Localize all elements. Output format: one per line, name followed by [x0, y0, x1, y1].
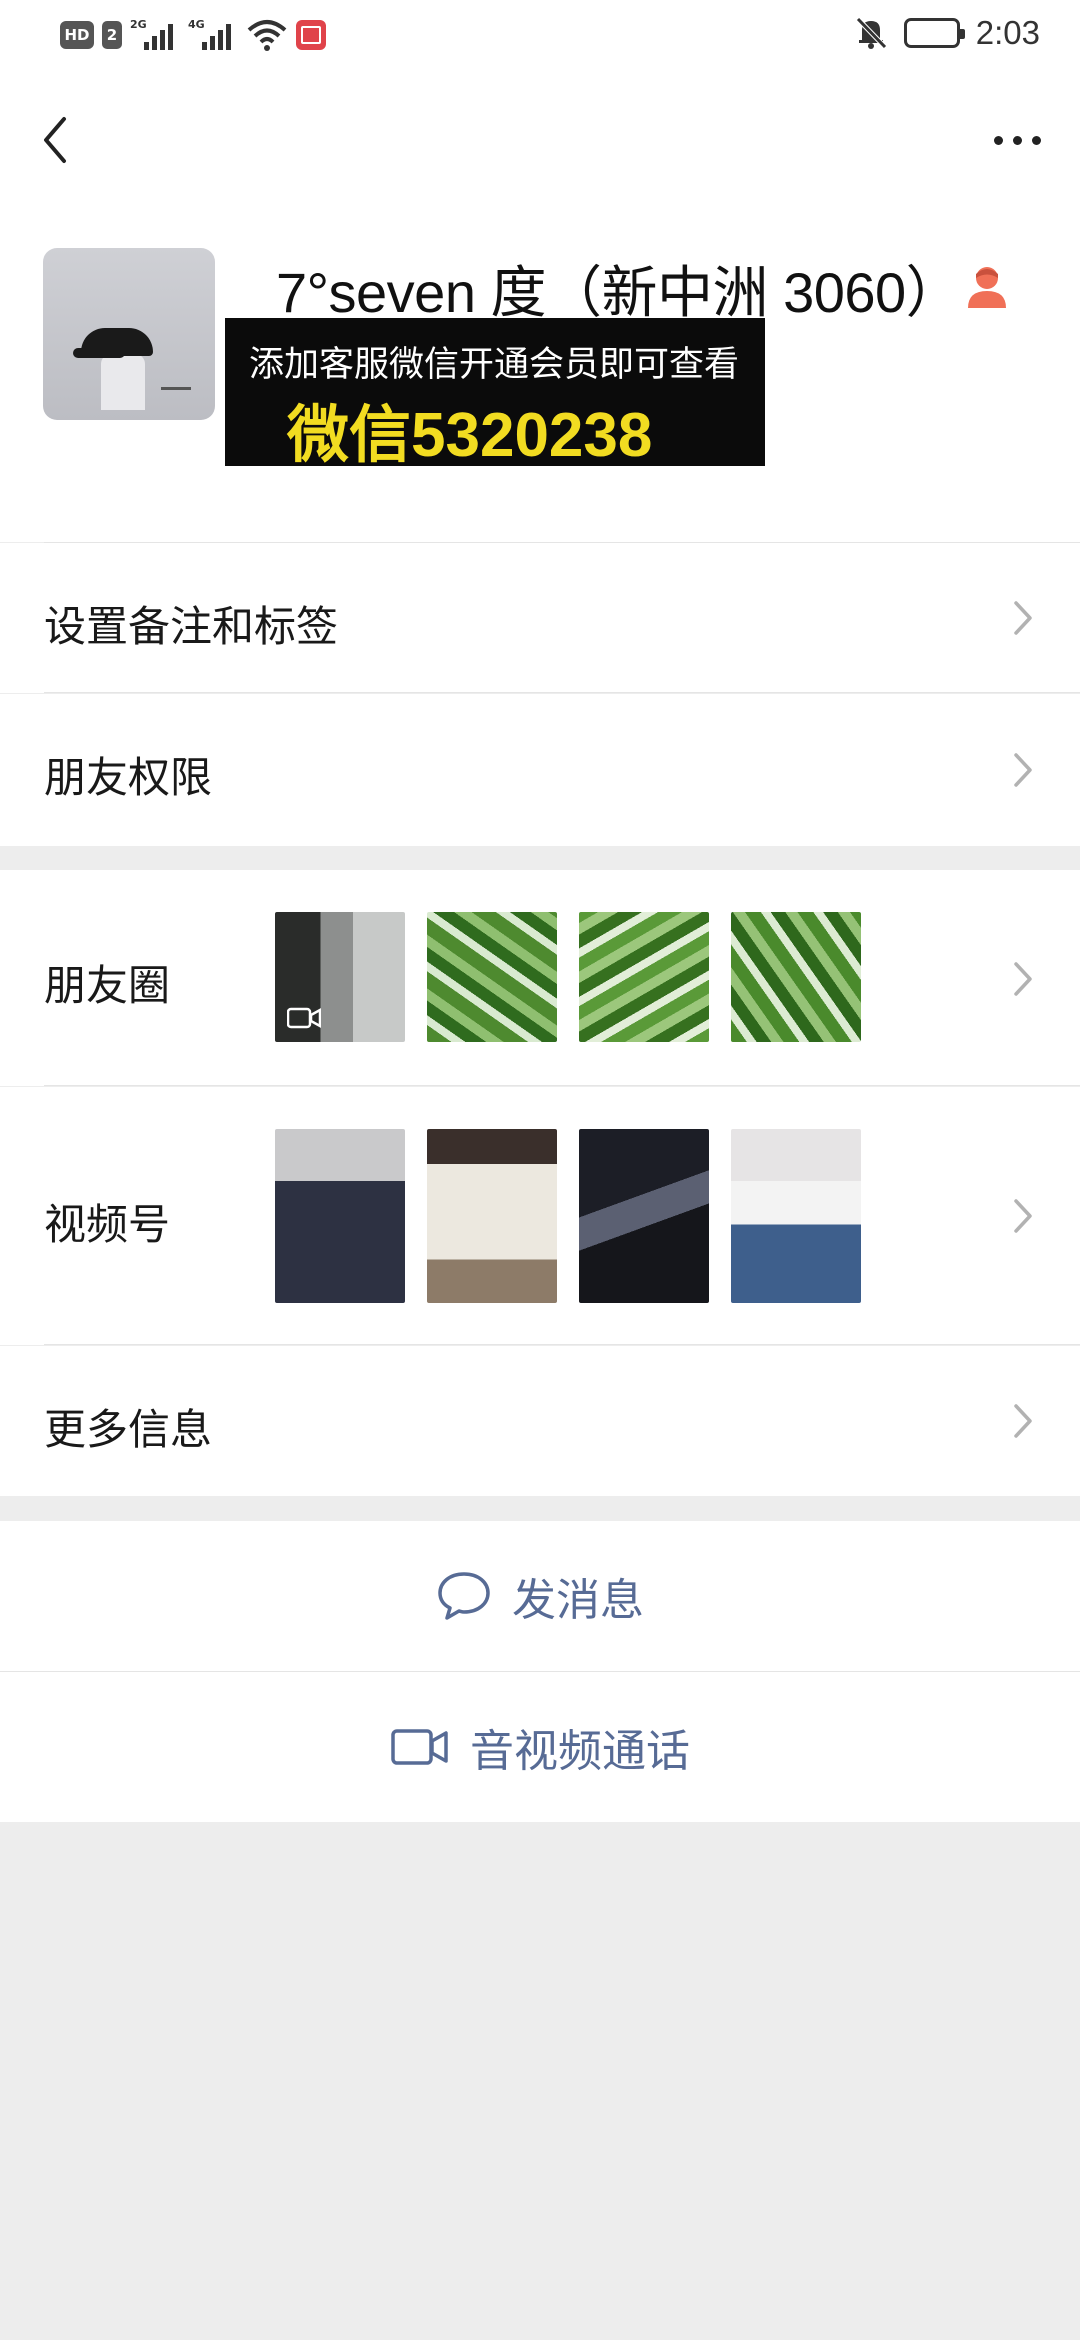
divider: [44, 692, 1080, 693]
moment-thumb[interactable]: [731, 912, 861, 1042]
sim-badge: 2: [102, 21, 122, 49]
signal-4g-icon: 4G: [188, 18, 238, 52]
moment-thumb[interactable]: [427, 912, 557, 1042]
status-left: HD 2 2G 4G: [60, 18, 326, 52]
chevron-right-icon: [1014, 601, 1032, 635]
display-name: 7°seven 度（新中洲 3060）: [276, 261, 962, 324]
video-camera-icon: [391, 1729, 448, 1765]
promo-banner: 添加客服微信开通会员即可查看 微信5320238: [225, 318, 765, 470]
signal-2g-label: 2G: [130, 18, 147, 31]
status-right: 2:03: [854, 14, 1040, 52]
row-label: 更多信息: [44, 1405, 213, 1454]
avatar[interactable]: [43, 248, 215, 420]
row-channels[interactable]: 视频号: [0, 1087, 1080, 1345]
signal-2g-icon: 2G: [130, 18, 180, 52]
wifi-icon: [247, 20, 287, 51]
chevron-right-icon: [1014, 1404, 1032, 1438]
moment-thumb-video[interactable]: [275, 912, 405, 1042]
chevron-right-icon: [1014, 753, 1032, 787]
battery-icon: [903, 18, 965, 48]
row-friend-permissions[interactable]: 朋友权限: [0, 694, 1080, 846]
row-remark-tags[interactable]: 设置备注和标签: [0, 543, 1080, 693]
row-label: 朋友权限: [44, 753, 213, 802]
back-arrow-icon: [44, 117, 66, 163]
row-label: 视频号: [44, 1200, 171, 1249]
row-moments[interactable]: 朋友圈: [0, 870, 1080, 1086]
chevron-right-icon: [1014, 1199, 1032, 1233]
status-bar: HD 2 2G 4G 2:03: [0, 0, 1080, 76]
promo-line1: 添加客服微信开通会员即可查看: [249, 345, 740, 385]
channel-thumb[interactable]: [427, 1129, 557, 1303]
row-label: 设置备注和标签: [44, 602, 339, 651]
profile-card: 7°seven 度（新中洲 3060） 添加客服微信开通会员即可查看 微信532…: [0, 206, 1080, 543]
send-message-label: 发消息: [512, 1575, 644, 1626]
video-thumb-icon: [287, 1007, 321, 1029]
signal-4g-label: 4G: [188, 18, 205, 31]
more-dots-icon[interactable]: [982, 110, 1052, 170]
promo-line2: 微信5320238: [287, 401, 653, 470]
video-call-button[interactable]: 音视频通话: [0, 1672, 1080, 1822]
channel-thumb[interactable]: [731, 1129, 861, 1303]
divider: [44, 1085, 1080, 1086]
chevron-right-icon: [1014, 962, 1032, 996]
channel-thumb[interactable]: [579, 1129, 709, 1303]
bell-muted-icon: [855, 17, 887, 49]
divider: [44, 1344, 1080, 1345]
channel-thumb[interactable]: [275, 1129, 405, 1303]
row-label: 朋友圈: [44, 961, 171, 1010]
channels-thumbnails: [275, 1129, 861, 1303]
hd-badge: HD: [60, 21, 94, 49]
top-bar: [0, 76, 1080, 206]
video-call-label: 音视频通话: [470, 1726, 690, 1777]
back-button[interactable]: [30, 110, 80, 170]
gender-female-icon: [968, 267, 1006, 308]
row-more-info[interactable]: 更多信息: [0, 1346, 1080, 1496]
moment-thumb[interactable]: [579, 912, 709, 1042]
moments-thumbnails: [275, 912, 861, 1042]
chat-bubble-icon: [438, 1572, 490, 1620]
send-message-button[interactable]: 发消息: [0, 1521, 1080, 1671]
reader-app-icon: [296, 20, 326, 50]
status-time: 2:03: [975, 14, 1040, 51]
